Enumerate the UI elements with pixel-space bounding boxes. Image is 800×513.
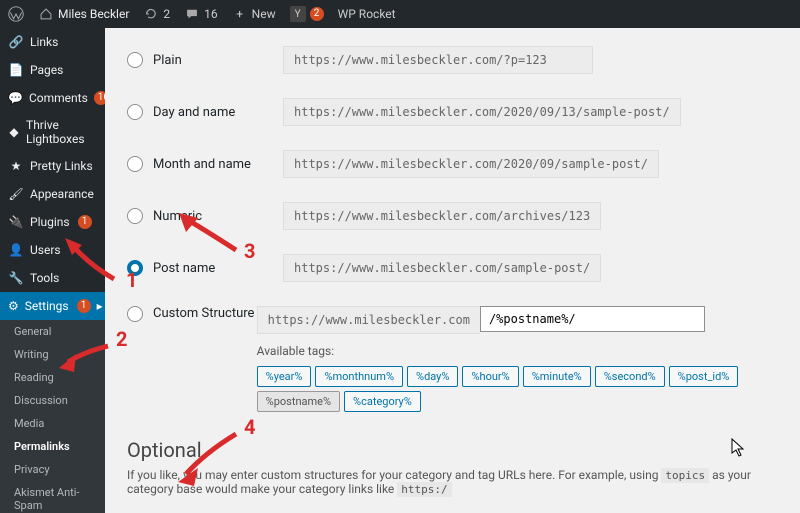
user-icon: 👤: [8, 242, 24, 258]
refresh-icon: [143, 6, 159, 22]
sidebar-item-prettylinks[interactable]: ★Pretty Links: [0, 152, 105, 180]
url-dayname: https://www.milesbeckler.com/2020/09/13/…: [283, 98, 681, 126]
option-monthname[interactable]: Month and namehttps://www.milesbeckler.c…: [127, 138, 778, 190]
wp-logo[interactable]: [8, 6, 24, 22]
wordpress-icon: [8, 6, 24, 22]
new-content[interactable]: + New: [232, 6, 276, 22]
tag-chip[interactable]: %postname%: [257, 391, 340, 412]
yoast-badge: 2: [310, 7, 324, 21]
url-plain: https://www.milesbeckler.com/?p=123: [283, 46, 593, 74]
sidebar-item-users[interactable]: 👤Users: [0, 236, 105, 264]
custom-base: https://www.milesbeckler.com: [257, 306, 480, 334]
sidebar-item-comments[interactable]: 💬Comments16: [0, 84, 105, 112]
optional-desc: If you like, you may enter custom struct…: [127, 468, 778, 496]
url-postname: https://www.milesbeckler.com/sample-post…: [283, 254, 601, 282]
page-icon: 📄: [8, 62, 24, 78]
admin-sidebar: 🔗Links 📄Pages 💬Comments16 ◆Thrive Lightb…: [0, 28, 105, 513]
sub-discussion[interactable]: Discussion: [0, 389, 105, 412]
sidebar-item-thrive[interactable]: ◆Thrive Lightboxes: [0, 112, 105, 152]
sub-media[interactable]: Media: [0, 412, 105, 435]
site-name: Miles Beckler: [58, 7, 129, 21]
sub-akismet[interactable]: Akismet Anti-Spam: [0, 481, 105, 513]
wrench-icon: 🔧: [8, 270, 24, 286]
tags-label: Available tags:: [257, 344, 778, 358]
yoast-link[interactable]: Y 2: [290, 6, 324, 22]
comment-icon: 💬: [8, 90, 23, 106]
sidebar-item-tools[interactable]: 🔧Tools: [0, 264, 105, 292]
comment-icon: [184, 6, 200, 22]
radio-postname[interactable]: [127, 260, 143, 276]
sidebar-item-settings[interactable]: ⚙Settings1▸: [0, 292, 105, 320]
option-postname[interactable]: Post namehttps://www.milesbeckler.com/sa…: [127, 242, 778, 294]
plugin-icon: 🔌: [8, 214, 24, 230]
radio-numeric[interactable]: [127, 208, 143, 224]
tag-chips: %year%%monthnum%%day%%hour%%minute%%seco…: [257, 362, 778, 412]
home-icon: [38, 6, 54, 22]
gear-icon: ⚙: [8, 298, 19, 314]
caret-right-icon: ▸: [97, 299, 103, 313]
sub-privacy[interactable]: Privacy: [0, 458, 105, 481]
star-icon: ★: [8, 158, 24, 174]
new-label: New: [252, 7, 276, 21]
update-count: 2: [163, 7, 170, 21]
tag-chip[interactable]: %hour%: [462, 366, 518, 387]
sub-reading[interactable]: Reading: [0, 366, 105, 389]
sidebar-item-plugins[interactable]: 🔌Plugins1: [0, 208, 105, 236]
tag-chip[interactable]: %category%: [344, 391, 421, 412]
site-home[interactable]: Miles Beckler: [38, 6, 129, 22]
update-link[interactable]: 2: [143, 6, 170, 22]
url-numeric: https://www.milesbeckler.com/archives/12…: [283, 202, 601, 230]
tag-chip[interactable]: %second%: [595, 366, 665, 387]
sidebar-item-appearance[interactable]: 🖌Appearance: [0, 180, 105, 208]
tag-chip[interactable]: %minute%: [523, 366, 591, 387]
yoast-icon: Y: [290, 6, 306, 22]
link-icon: 🔗: [8, 34, 24, 50]
thrive-icon: ◆: [8, 124, 20, 140]
comments-link[interactable]: 16: [184, 6, 218, 22]
admin-bar: Miles Beckler 2 16 + New Y 2 WP Rocket: [0, 0, 800, 28]
radio-dayname[interactable]: [127, 104, 143, 120]
sidebar-item-pages[interactable]: 📄Pages: [0, 56, 105, 84]
sub-permalinks[interactable]: Permalinks: [0, 435, 105, 458]
wprocket-label: WP Rocket: [338, 7, 396, 21]
mouse-cursor-icon: [731, 438, 745, 462]
tag-chip[interactable]: %year%: [257, 366, 312, 387]
radio-custom[interactable]: [127, 306, 143, 322]
brush-icon: 🖌: [8, 186, 24, 202]
settings-submenu: General Writing Reading Discussion Media…: [0, 320, 105, 513]
sidebar-item-links[interactable]: 🔗Links: [0, 28, 105, 56]
plus-icon: +: [232, 6, 248, 22]
sub-general[interactable]: General: [0, 320, 105, 343]
comments-count: 16: [204, 7, 218, 21]
option-numeric[interactable]: Numerichttps://www.milesbeckler.com/arch…: [127, 190, 778, 242]
option-plain[interactable]: Plainhttps://www.milesbeckler.com/?p=123: [127, 34, 778, 86]
radio-monthname[interactable]: [127, 156, 143, 172]
radio-plain[interactable]: [127, 52, 143, 68]
option-custom[interactable]: Custom Structure https://www.milesbeckle…: [127, 294, 778, 424]
tag-chip[interactable]: %post_id%: [669, 366, 739, 387]
tag-chip[interactable]: %monthnum%: [315, 366, 403, 387]
tag-chip[interactable]: %day%: [407, 366, 458, 387]
url-monthname: https://www.milesbeckler.com/2020/09/sam…: [283, 150, 659, 178]
sub-writing[interactable]: Writing: [0, 343, 105, 366]
option-dayname[interactable]: Day and namehttps://www.milesbeckler.com…: [127, 86, 778, 138]
optional-heading: Optional: [127, 438, 778, 462]
wprocket-link[interactable]: WP Rocket: [338, 7, 396, 21]
main-content: Plainhttps://www.milesbeckler.com/?p=123…: [105, 28, 800, 513]
custom-structure-input[interactable]: [480, 306, 705, 332]
